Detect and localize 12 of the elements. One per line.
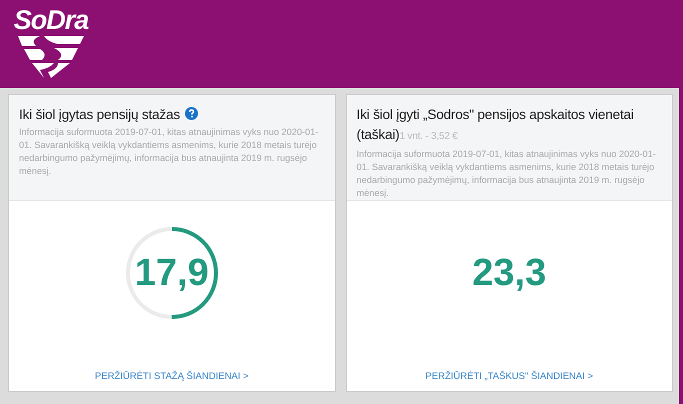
logo-text[interactable]: SoDra [14,6,88,34]
view-link[interactable]: PERŽIŪRĖTI „TAŠKUS" ŠIANDIENAI > [425,370,594,383]
help-icon[interactable] [184,107,198,120]
info-text: Informacija suformuota 2019-07-01, kitas atnaujinimas vyks nuo 2020-01-01. Savarankišką veiklą vykdantiems asmenims, kurie 2018 metais turėjo nedarbingumo pažymėjimų, informacija bus atnaujinta 2019 m. rugsėjo mėnesį. [356,148,657,200]
logo-emblem-icon [18,36,84,78]
value-number: 17,9 [134,252,209,294]
value-number: 23,3 [472,252,546,294]
card-title: Iki šiol įgyti „Sodros" pensijos apskaitos vienetai (taškai)1 vnt. - 3,52 € [356,106,635,144]
unit-note: 1 vnt. - 3,52 € [399,131,458,142]
card-title: Iki šiol įgytas pensijų stažas [19,105,324,125]
view-link[interactable]: PERŽIŪRĖTI STAŽĄ ŠIANDIENAI > [94,370,249,383]
info-text: Informacija suformuota 2019-07-01, kitas atnaujinimas vyks nuo 2020-01-01. Savarankišką veiklą vykdantiems asmenims, kurie 2018 metais turėjo nedarbingumo pažymėjimų, informacija bus atnaujinta 2019 m. rugsėjo mėnesį. [19,126,320,178]
